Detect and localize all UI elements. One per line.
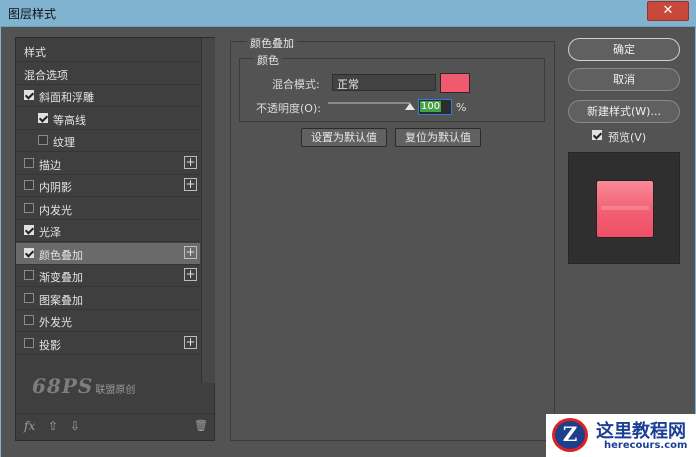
style-item-checkbox[interactable] — [24, 90, 34, 100]
style-item-checkbox[interactable] — [24, 225, 34, 235]
color-overlay-group: 颜色叠加 颜色 混合模式: 正常 ⌄ 不透明度(O): 100 % 设置为默认值… — [230, 35, 555, 441]
style-item-label: 外发光 — [39, 316, 72, 329]
opacity-input-value: 100 — [420, 101, 442, 112]
style-item[interactable]: 内发光 — [16, 198, 200, 220]
style-item-checkbox[interactable] — [24, 202, 34, 213]
ok-button[interactable]: 确定 — [568, 38, 680, 61]
move-down-icon[interactable]: ⇩ — [70, 419, 80, 433]
site-url: herecours.com — [604, 440, 688, 451]
opacity-label: 不透明度(O): — [256, 102, 321, 115]
move-up-icon[interactable]: ⇧ — [48, 419, 58, 433]
style-item-checkbox[interactable] — [24, 315, 34, 325]
opacity-slider-thumb[interactable] — [405, 103, 415, 110]
trash-icon[interactable]: 🗑 — [194, 419, 208, 432]
style-item[interactable]: 颜色叠加 + — [16, 242, 200, 265]
styles-list-toolbar: fx ⇧ ⇩ 🗑 — [16, 413, 214, 440]
new-style-button[interactable]: 新建样式(W)... — [568, 100, 680, 123]
set-default-button[interactable]: 设置为默认值 — [301, 128, 387, 147]
style-item[interactable]: 纹理 — [16, 130, 200, 152]
style-item-checkbox[interactable] — [24, 157, 34, 168]
style-item[interactable]: 混合选项 — [16, 63, 200, 85]
preview-label: 预览(V) — [608, 131, 647, 144]
style-item[interactable]: 内阴影 + — [16, 175, 200, 197]
style-item-checkbox[interactable] — [24, 337, 34, 348]
style-item[interactable]: 描边 + — [16, 153, 200, 175]
style-item[interactable]: 图案叠加 — [16, 288, 200, 310]
style-item-label: 混合选项 — [24, 68, 68, 82]
style-item-label: 样式 — [24, 46, 46, 59]
style-item-checkbox[interactable] — [24, 270, 34, 280]
style-item-label: 纹理 — [53, 136, 75, 149]
color-subgroup-title: 颜色 — [254, 52, 282, 68]
style-item-label: 颜色叠加 — [39, 248, 83, 262]
style-item-label: 内阴影 — [39, 181, 72, 194]
style-item-label: 渐变叠加 — [39, 271, 83, 284]
style-item[interactable]: 渐变叠加 + — [16, 265, 200, 287]
window-title: 图层样式 — [8, 7, 57, 21]
add-effect-plus-icon[interactable]: + — [184, 155, 197, 169]
style-item-label: 内发光 — [39, 203, 72, 217]
style-item[interactable]: 光泽 — [16, 220, 200, 242]
watermark-logo-text: 68PS — [32, 374, 94, 398]
preview-swatch — [597, 181, 653, 237]
style-item-checkbox[interactable] — [24, 247, 34, 258]
style-preview — [568, 152, 680, 264]
title-bar: 图层样式 ✕ — [0, 0, 696, 27]
site-badge: Z 这里教程网 herecours.com — [546, 414, 696, 457]
style-item-label: 斜面和浮雕 — [39, 91, 94, 104]
styles-list-panel: 68PS 联盟原创 fx ⇧ ⇩ 🗑 样式 混合选项 斜面和浮雕 等高线 纹理 描边 + 内阴影… — [15, 37, 215, 441]
opacity-unit: % — [456, 101, 467, 114]
blend-mode-label: 混合模式: — [272, 78, 320, 91]
style-item-checkbox[interactable] — [38, 112, 48, 123]
overlay-color-swatch[interactable] — [440, 73, 470, 93]
watermark: 68PS 联盟原创 — [32, 374, 135, 398]
blend-mode-select[interactable]: 正常 ⌄ — [332, 74, 436, 91]
color-subgroup: 颜色 混合模式: 正常 ⌄ 不透明度(O): 100 % — [239, 52, 545, 122]
opacity-slider-track[interactable] — [328, 102, 410, 104]
preview-checkbox[interactable] — [592, 130, 602, 140]
fx-icon[interactable]: fx — [24, 419, 35, 433]
style-item-label: 投影 — [39, 338, 61, 352]
add-effect-plus-icon[interactable]: + — [184, 335, 197, 349]
style-item-label: 描边 — [39, 158, 61, 172]
style-item[interactable]: 投影 + — [16, 333, 200, 355]
style-item-checkbox[interactable] — [38, 135, 48, 145]
style-item[interactable]: 外发光 — [16, 310, 200, 332]
cancel-button[interactable]: 取消 — [568, 68, 680, 91]
chevron-down-icon: ⌄ — [337, 75, 345, 85]
style-item-checkbox[interactable] — [24, 180, 34, 190]
style-item-label: 等高线 — [53, 113, 86, 127]
add-effect-plus-icon[interactable]: + — [184, 178, 197, 191]
add-effect-plus-icon[interactable]: + — [184, 268, 197, 281]
style-item-label: 图案叠加 — [39, 293, 83, 307]
opacity-input[interactable]: 100 — [418, 99, 452, 115]
style-item[interactable]: 斜面和浮雕 — [16, 85, 200, 107]
watermark-caption: 联盟原创 — [95, 385, 136, 396]
style-item-label: 光泽 — [39, 226, 61, 239]
close-button[interactable]: ✕ — [647, 1, 689, 21]
style-item-checkbox[interactable] — [24, 292, 34, 303]
site-logo-icon: Z — [552, 418, 588, 452]
color-overlay-title: 颜色叠加 — [247, 35, 297, 51]
style-item[interactable]: 等高线 — [16, 108, 200, 130]
style-item[interactable]: 样式 — [16, 40, 200, 62]
add-effect-plus-icon[interactable]: + — [184, 245, 197, 259]
styles-list-scrollbar[interactable] — [201, 38, 215, 383]
reset-default-button[interactable]: 复位为默认值 — [395, 128, 481, 147]
